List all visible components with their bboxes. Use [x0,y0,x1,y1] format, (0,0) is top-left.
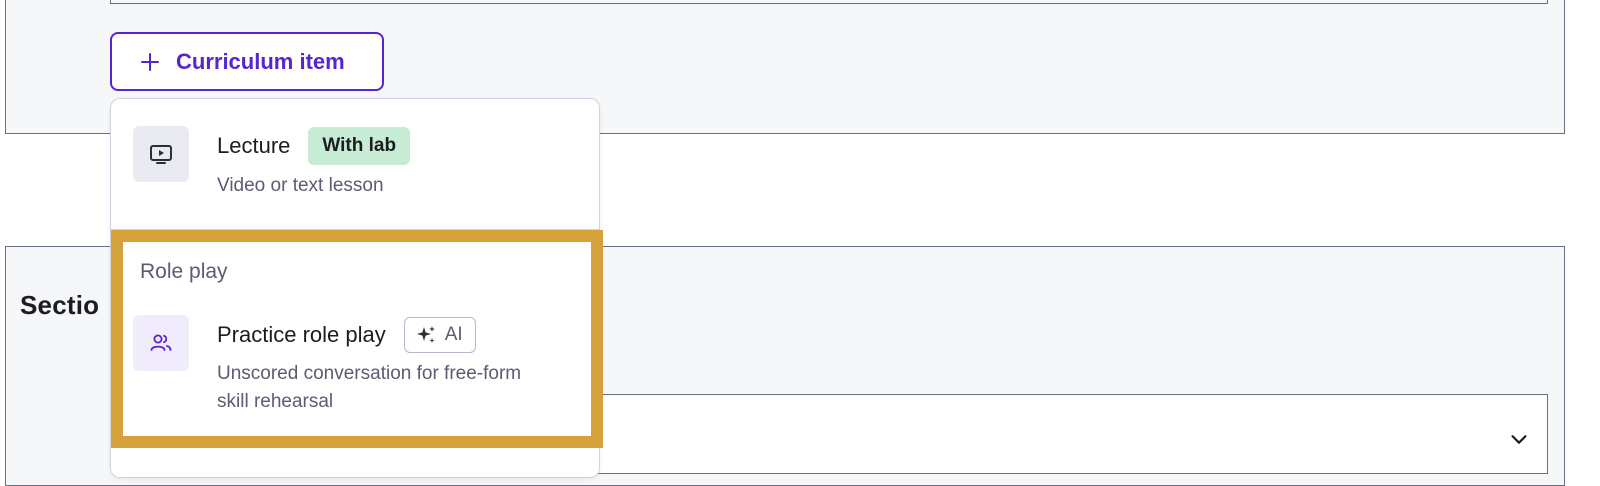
practice-role-play-title: Practice role play [217,322,386,347]
video-screen-icon [133,126,189,182]
menu-item-lecture[interactable]: Lecture With lab Video or text lesson [111,99,599,229]
practice-role-play-description: Unscored conversation for free-form skil… [217,360,521,416]
section-title: Sectio [20,290,100,320]
sparkle-icon [416,326,435,343]
menu-divider [111,229,599,230]
lecture-description: Video or text lesson [217,175,384,196]
description-line-1: Unscored conversation for free-form [217,363,522,384]
with-lab-badge: With lab [308,127,411,165]
ai-badge-label: AI [444,324,463,345]
ai-badge: AI [403,317,476,353]
description-line-2: skill rehearsal [217,391,334,412]
chevron-down-icon[interactable] [1508,428,1530,450]
add-curriculum-item-label: Curriculum item [176,48,345,74]
plus-icon [141,52,159,71]
users-icon [133,315,189,371]
previous-item-box [110,0,1548,4]
add-curriculum-item-button[interactable]: Curriculum item [110,32,384,91]
menu-item-practice-role-play[interactable]: Practice role play AI Unscored conversat… [111,300,599,430]
lecture-title: Lecture [217,133,291,158]
role-play-group-heading: Role play [140,260,228,283]
